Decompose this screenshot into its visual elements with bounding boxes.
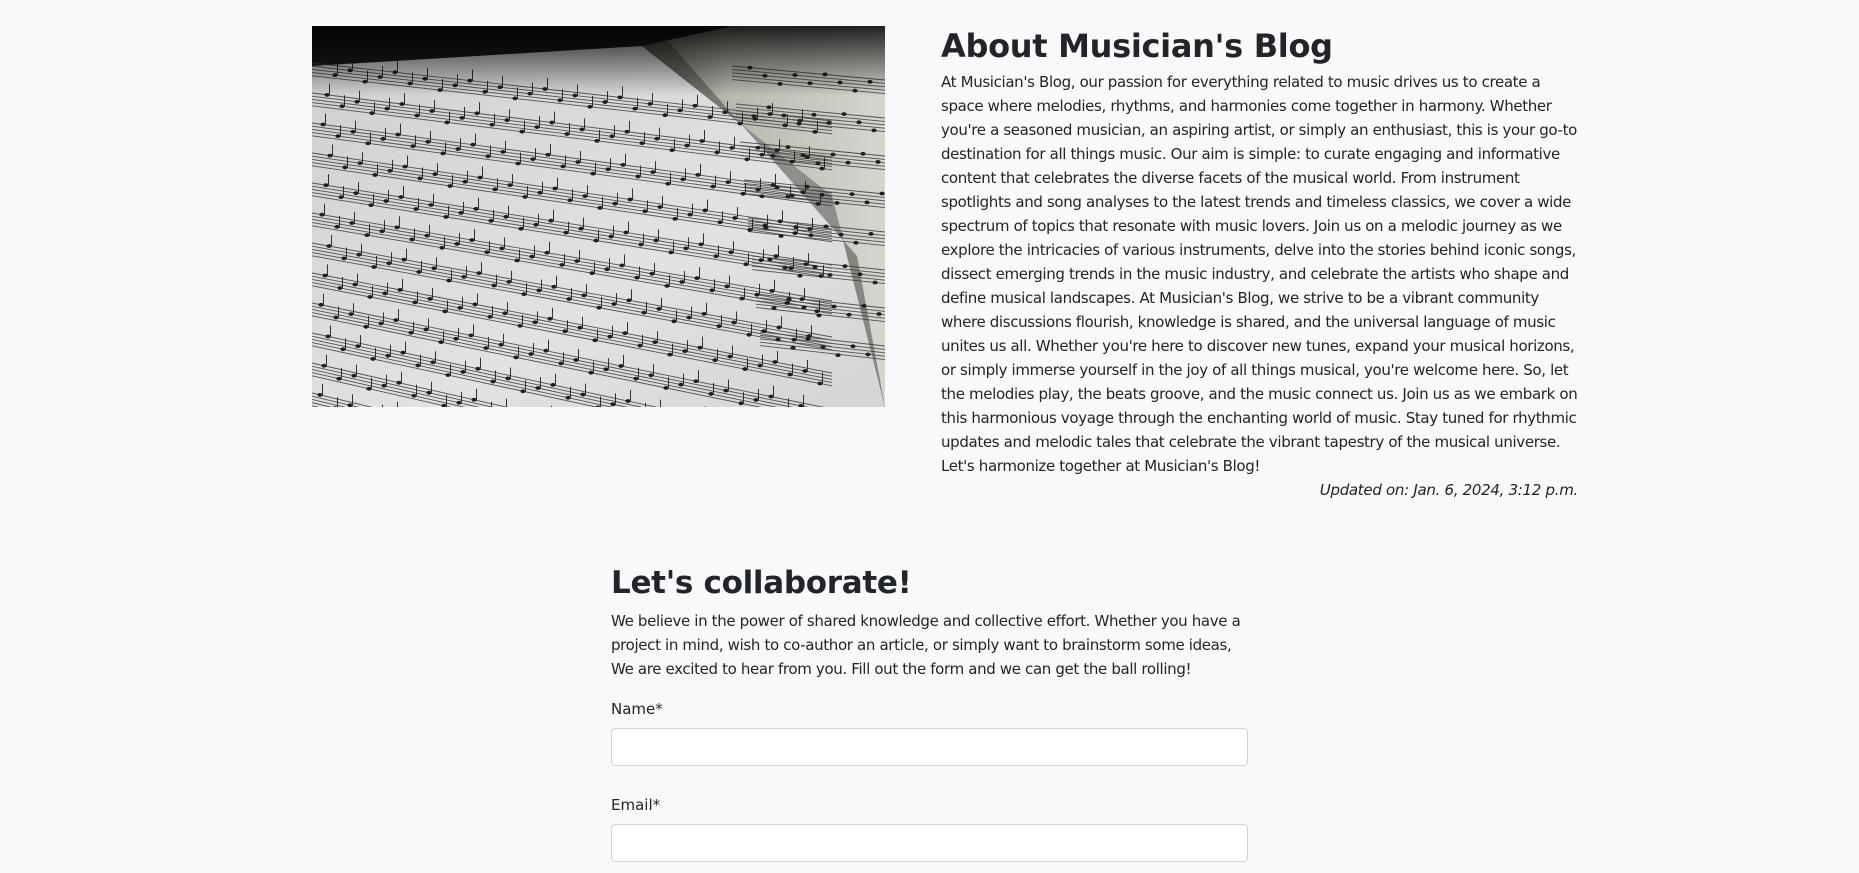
email-label: Email* [611,796,661,814]
email-field[interactable] [611,824,1248,862]
collaborate-description: We believe in the power of shared knowle… [611,612,1241,678]
about-content: About Musician's Blog At Musician's Blog… [941,26,1578,502]
collaborate-title: Let's collaborate! [611,565,912,601]
about-section: About Musician's Blog At Musician's Blog… [0,0,1859,520]
name-field[interactable] [611,728,1248,766]
about-description: At Musician's Blog, our passion for ever… [941,73,1578,475]
sheet-music-image [312,26,885,407]
collaborate-section: Let's collaborate! We believe in the pow… [611,563,1248,862]
updated-timestamp: Updated on: Jan. 6, 2024, 3:12 p.m. [1319,481,1579,499]
name-label: Name* [611,700,663,718]
about-title: About Musician's Blog [941,27,1333,65]
collaborate-form: Name* Email* [611,699,1248,862]
